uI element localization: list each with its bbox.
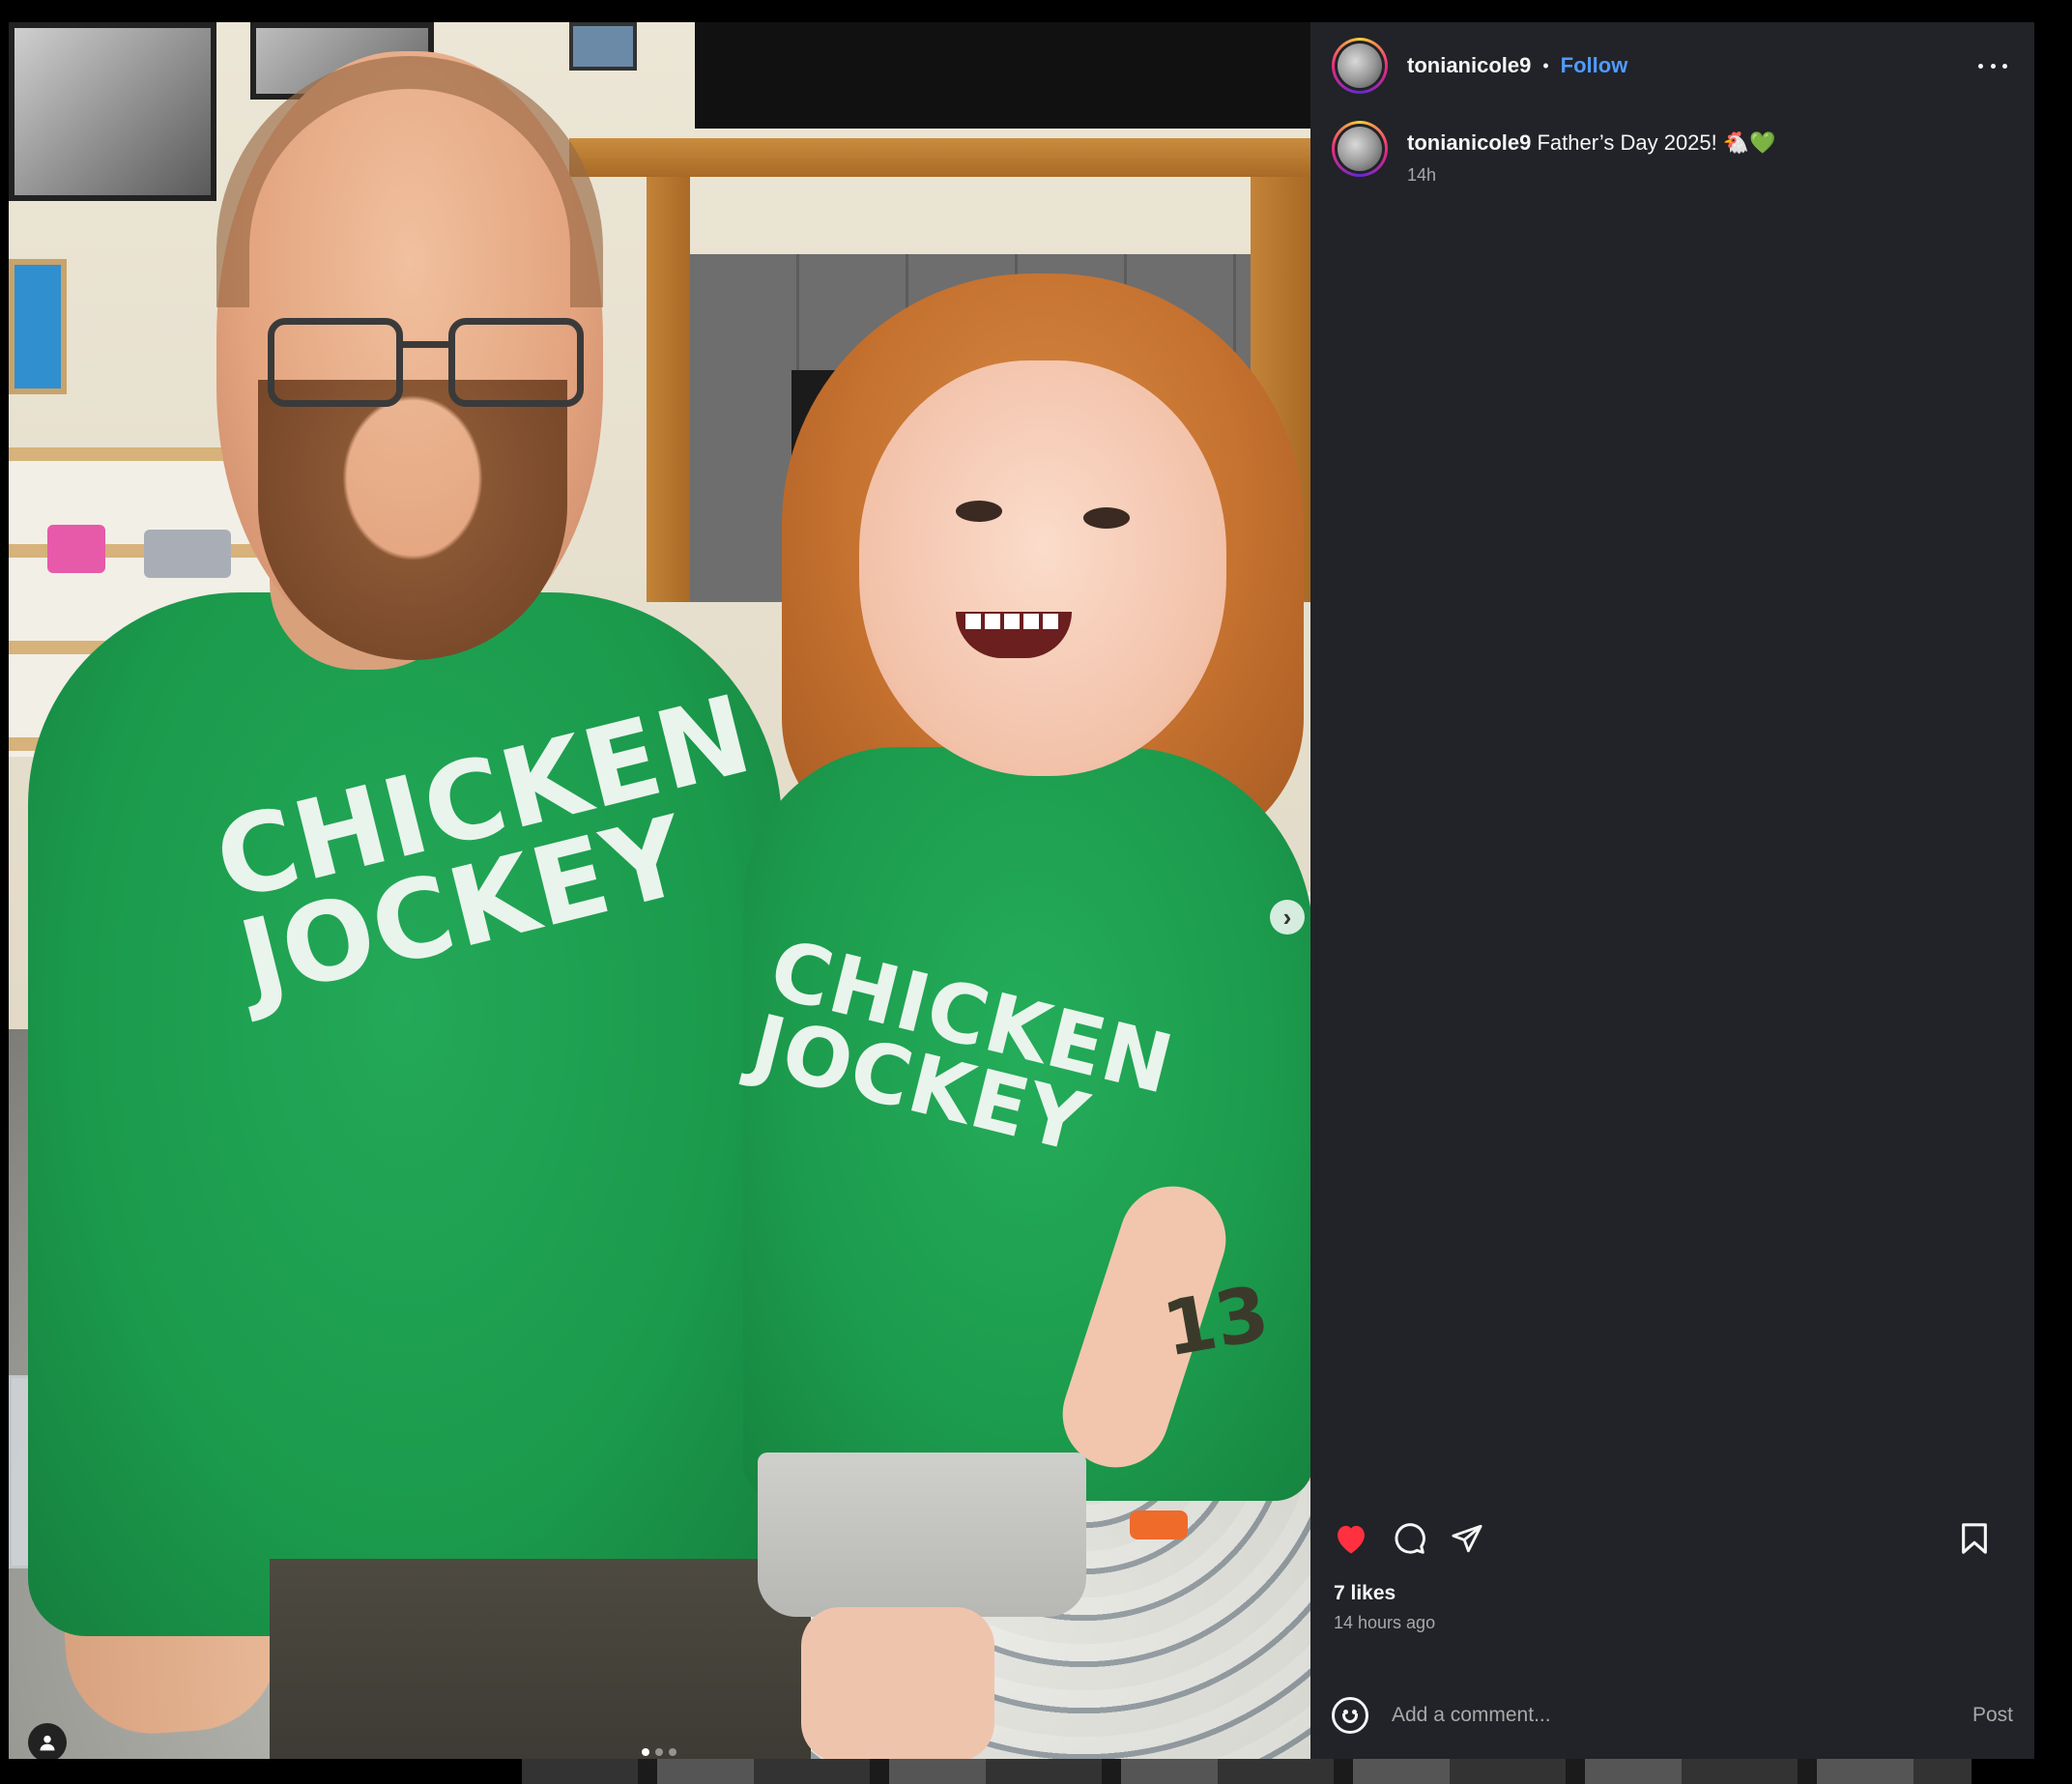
toy — [1130, 1511, 1188, 1539]
mantel — [569, 138, 1310, 177]
post-comment-button[interactable]: Post — [1972, 1704, 2013, 1727]
glasses-bridge — [400, 341, 450, 348]
comment-button[interactable] — [1390, 1519, 1428, 1558]
wall-small-frame — [569, 22, 637, 71]
girl-eye — [1083, 507, 1130, 529]
comment-icon — [1395, 1523, 1425, 1554]
comment-input[interactable] — [1392, 1704, 1972, 1727]
avatar[interactable] — [1332, 38, 1388, 94]
post-header: tonianicole9 • Follow — [1310, 22, 2034, 109]
glasses-lens — [448, 318, 584, 407]
carousel-next-button[interactable]: › — [1270, 900, 1305, 935]
share-icon — [1452, 1524, 1482, 1553]
more-options-button[interactable] — [1978, 54, 2007, 77]
share-button[interactable] — [1448, 1519, 1486, 1558]
emoji-icon[interactable] — [1332, 1697, 1368, 1734]
header-separator: • — [1542, 55, 1549, 75]
caption-timestamp[interactable]: 14h — [1407, 165, 1776, 186]
heart-filled-icon — [1338, 1525, 1365, 1554]
map-board — [9, 259, 67, 394]
girl-eye — [956, 501, 1002, 522]
save-button[interactable] — [1955, 1519, 1994, 1558]
carousel-dots — [642, 1748, 676, 1756]
avatar-image — [1338, 43, 1382, 88]
follow-button[interactable]: Follow — [1561, 53, 1628, 78]
man-pants — [270, 1559, 811, 1759]
carousel-dot — [669, 1748, 676, 1756]
background-feed-thumbnails — [522, 1759, 1971, 1784]
mantel-side — [647, 177, 690, 602]
like-button[interactable] — [1332, 1519, 1370, 1558]
girl-shorts — [758, 1453, 1086, 1617]
bookmark-icon — [1962, 1523, 1987, 1554]
post-modal: CHICKEN JOCKEY 13 CHICKEN JOCKEY › tonia… — [9, 22, 2034, 1759]
girl-teeth — [965, 614, 1062, 629]
comment-bar: Post — [1310, 1672, 2034, 1759]
carousel-dot-active — [642, 1748, 649, 1756]
arm-tattoo: 13 — [1157, 1270, 1276, 1374]
caption-text: Father’s Day 2025! 🐔💚 — [1531, 130, 1776, 155]
glasses-lens — [268, 318, 403, 407]
avatar-image — [1338, 127, 1382, 171]
carousel-dot — [655, 1748, 663, 1756]
caption-avatar[interactable] — [1332, 121, 1388, 177]
header-username-link[interactable]: tonianicole9 — [1407, 53, 1531, 78]
toy — [144, 530, 231, 578]
post-timestamp[interactable]: 14 hours ago — [1310, 1613, 2034, 1633]
tv — [695, 22, 1310, 129]
action-bar — [1310, 1505, 2034, 1572]
user-tags-button[interactable] — [28, 1723, 67, 1759]
more-icon — [1978, 63, 1983, 69]
post-photo[interactable]: CHICKEN JOCKEY 13 CHICKEN JOCKEY › — [9, 22, 1310, 1759]
caption: tonianicole9 Father’s Day 2025! 🐔💚 14h — [1310, 109, 2034, 186]
caption-username-link[interactable]: tonianicole9 — [1407, 130, 1531, 155]
caption-line: tonianicole9 Father’s Day 2025! 🐔💚 — [1407, 130, 1776, 156]
likes-count[interactable]: 7 likes — [1310, 1582, 2034, 1605]
girl-legs — [801, 1607, 994, 1759]
caption-body: tonianicole9 Father’s Day 2025! 🐔💚 14h — [1407, 130, 1776, 186]
post-side-panel: tonianicole9 • Follow tonianicole9 Fathe… — [1310, 22, 2034, 1759]
wall-photo-frame — [9, 22, 216, 201]
girl-face — [859, 360, 1226, 776]
toy — [47, 525, 105, 573]
user-tag-icon — [40, 1735, 55, 1751]
